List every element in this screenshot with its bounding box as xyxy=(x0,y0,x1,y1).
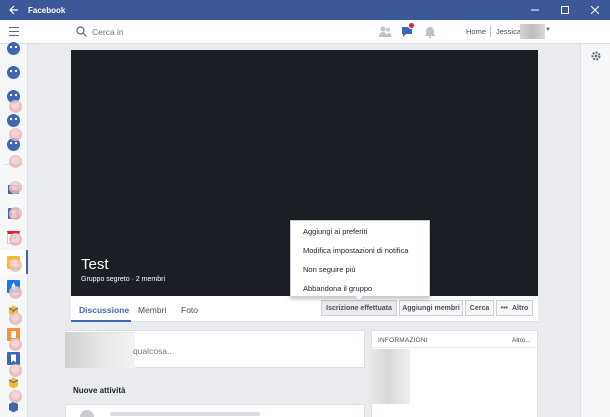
group-meta: Gruppo segreto · 2 membri xyxy=(81,276,166,283)
contact-avatar[interactable] xyxy=(9,338,22,351)
composer-input[interactable] xyxy=(133,345,333,357)
contact-avatar[interactable] xyxy=(9,207,22,220)
user-name-redacted xyxy=(520,24,545,39)
gear-icon[interactable] xyxy=(590,50,602,62)
tab-membri[interactable]: Membri xyxy=(138,305,166,315)
search-group-label: Cerca xyxy=(469,304,490,312)
info-redacted-area xyxy=(366,349,410,404)
bell-icon[interactable] xyxy=(423,25,437,39)
info-title: INFORMAZIONI xyxy=(378,337,428,344)
menu-item-unfollow[interactable]: Non seguire più xyxy=(303,265,356,274)
group-icon[interactable] xyxy=(7,42,20,55)
tab-foto[interactable]: Foto xyxy=(181,305,198,315)
arrow-left-icon[interactable] xyxy=(0,0,28,20)
contact-avatar[interactable] xyxy=(9,312,22,325)
joined-button[interactable]: Iscrizione effettuata xyxy=(321,300,397,316)
contact-avatar[interactable] xyxy=(9,364,22,377)
contact-avatar[interactable] xyxy=(9,100,22,113)
window-title: Facebook xyxy=(28,5,66,15)
chevron-down-icon[interactable]: ▼ xyxy=(545,27,551,33)
add-members-button[interactable]: Aggiungi membri xyxy=(399,300,463,316)
contact-avatar[interactable] xyxy=(9,390,22,403)
contact-avatar[interactable] xyxy=(9,286,22,299)
contact-avatar[interactable] xyxy=(9,181,22,194)
tab-discussione[interactable]: Discussione xyxy=(79,305,129,315)
more-button-label: Altro xyxy=(512,304,529,312)
group-icon[interactable] xyxy=(7,114,20,127)
more-button[interactable]: ••• Altro xyxy=(496,300,533,316)
maximize-icon[interactable] xyxy=(550,0,580,20)
feed-post-text-placeholder xyxy=(110,412,260,416)
user-name[interactable]: Jessica xyxy=(496,27,521,36)
right-sidebar xyxy=(580,44,610,417)
contact-avatar[interactable] xyxy=(9,233,22,246)
search-group-button[interactable]: Cerca xyxy=(465,300,494,316)
box-icon[interactable] xyxy=(7,376,20,389)
menu-item-add-favorites[interactable]: Aggiungi ai preferiti xyxy=(303,227,367,236)
search-input[interactable] xyxy=(92,25,312,39)
info-more-link[interactable]: Altro... xyxy=(512,337,531,344)
header-divider xyxy=(490,26,491,37)
search-icon xyxy=(76,26,87,37)
more-dots-icon: ••• xyxy=(500,304,508,312)
contact-avatar[interactable] xyxy=(9,155,22,168)
group-name: Test xyxy=(81,256,109,273)
friends-icon[interactable] xyxy=(378,25,392,39)
composer-redacted-area xyxy=(65,332,135,368)
add-members-label: Aggiungi membri xyxy=(402,304,460,312)
active-tab-underline xyxy=(71,320,131,322)
menu-icon[interactable] xyxy=(9,27,19,36)
info-divider xyxy=(371,347,538,348)
close-icon[interactable] xyxy=(580,0,610,20)
saved-icon[interactable] xyxy=(7,352,20,365)
window-title-bar: Facebook xyxy=(0,0,610,20)
group-icon[interactable] xyxy=(7,66,20,79)
avatar[interactable] xyxy=(80,410,94,417)
contact-avatar[interactable] xyxy=(9,128,22,141)
joined-button-label: Iscrizione effettuata xyxy=(326,304,392,312)
notification-badge xyxy=(408,22,415,29)
menu-item-notification-settings[interactable]: Modifica impostazioni di notifica xyxy=(303,246,408,255)
home-link[interactable]: Home xyxy=(466,27,486,36)
section-title-new-activity: Nuove attività xyxy=(73,386,126,395)
contact-avatar[interactable] xyxy=(9,259,22,272)
dropdown-caret-icon xyxy=(355,296,363,300)
top-header: Home Jessica ▼ xyxy=(0,20,610,44)
menu-item-leave-group[interactable]: Abbandona il gruppo xyxy=(303,284,372,293)
minimize-icon[interactable] xyxy=(520,0,550,20)
